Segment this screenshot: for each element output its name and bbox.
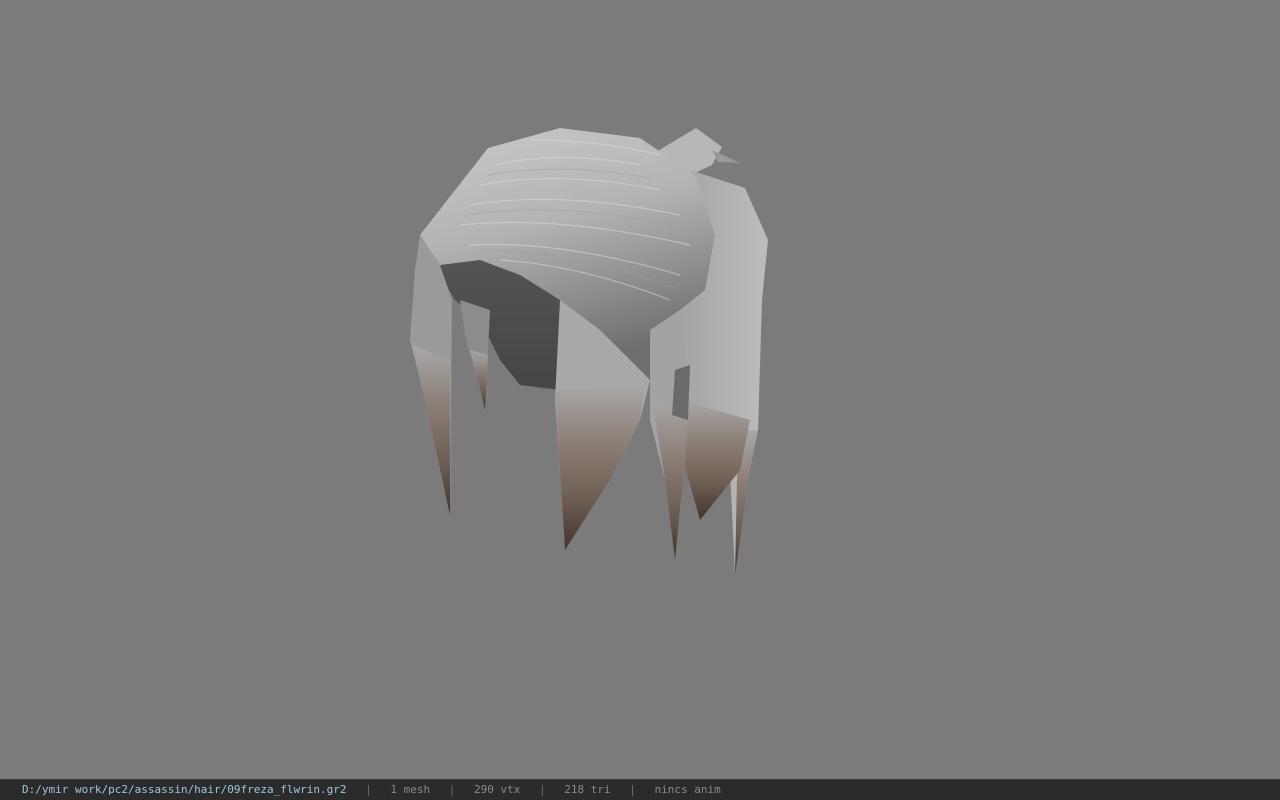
status-bar: D:/ymir work/pc2/assassin/hair/09freza_f… <box>0 779 1280 800</box>
file-path: D:/ymir work/pc2/assassin/hair/09freza_f… <box>22 783 347 796</box>
separator: | <box>539 783 546 796</box>
separator: | <box>365 783 372 796</box>
3d-viewport[interactable] <box>0 0 1280 779</box>
separator: | <box>629 783 636 796</box>
mesh-count: 1 mesh <box>390 783 431 796</box>
animation-status: nincs anim <box>654 783 721 796</box>
separator: | <box>448 783 456 796</box>
hair-model-render <box>410 128 768 575</box>
vertex-count: 290 vtx <box>474 783 521 796</box>
triangle-count: 218 tri <box>564 783 611 796</box>
